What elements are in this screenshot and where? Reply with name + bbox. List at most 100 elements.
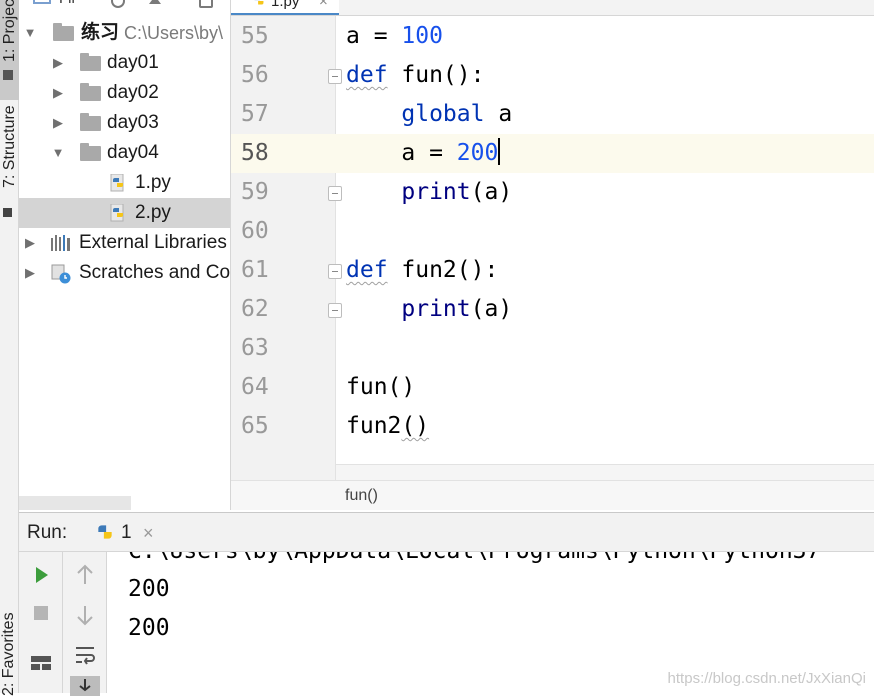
structure-tool-tab[interactable]: 7: Structure (0, 105, 19, 232)
tree-item-day02[interactable]: ▶ day02 (19, 78, 230, 108)
editor-tab-1-py[interactable]: 1.py × (231, 0, 339, 15)
structure-icon (3, 208, 12, 217)
line-number: 59 (241, 179, 269, 205)
code-text[interactable]: print(a) (336, 290, 874, 329)
folder-icon (53, 23, 74, 41)
left-tool-strip: 1: Project 7: Structure 2: Favorites (0, 0, 19, 696)
project-view-label: Fil (59, 0, 75, 7)
breadcrumb: fun() (231, 480, 874, 510)
close-icon[interactable]: × (143, 513, 154, 553)
layout-icon[interactable] (28, 650, 54, 676)
editor-horizontal-scrollbar[interactable] (336, 464, 874, 480)
line-number: 63 (241, 335, 269, 361)
breadcrumb-item[interactable]: fun() (345, 481, 378, 511)
console-line: 200 (128, 576, 170, 602)
library-icon (51, 235, 70, 251)
code-line: 62 print(a) (231, 290, 874, 329)
close-icon[interactable]: × (319, 0, 328, 12)
line-number: 65 (241, 413, 269, 439)
code-text[interactable]: a = 200 (336, 134, 874, 173)
code-text[interactable]: def fun2(): (336, 251, 874, 290)
locate-icon[interactable] (111, 0, 125, 8)
structure-tool-tab-label: 7: Structure (1, 105, 18, 188)
favorites-tool-tab[interactable]: 2: Favorites (0, 612, 19, 696)
line-number: 57 (241, 101, 269, 127)
code-text[interactable]: def fun(): (336, 56, 874, 95)
scroll-to-end-icon[interactable] (70, 676, 100, 696)
run-tab-label: 1 (121, 522, 132, 543)
project-view-icon[interactable] (33, 0, 51, 4)
console-line: 200 (128, 615, 170, 641)
tree-item-1-py[interactable]: 1.py (19, 168, 230, 198)
tree-item-label: day02 (107, 82, 159, 103)
run-toolbar-secondary (63, 552, 107, 696)
tree-item-2-py[interactable]: 2.py (19, 198, 230, 228)
tree-item-day03[interactable]: ▶ day03 (19, 108, 230, 138)
tree-item-day01[interactable]: ▶ day01 (19, 48, 230, 78)
tree-item-external-libraries[interactable]: ▶ External Libraries (19, 228, 230, 258)
console-line: C:\Users\by\AppData\Local\Programs\Pytho… (128, 552, 820, 564)
collapse-icon[interactable] (149, 0, 161, 4)
code-line: 64 fun() (231, 368, 874, 407)
code-line: 65 fun2() (231, 407, 874, 446)
favorites-tool-tab-label: 2: Favorites (0, 612, 17, 696)
code-text[interactable]: fun2() (336, 407, 874, 446)
gear-icon[interactable] (199, 0, 213, 8)
tree-item-label: day04 (107, 142, 159, 163)
expanded-arrow-icon: ▼ (51, 145, 65, 160)
line-number: 60 (241, 218, 269, 244)
tree-item-day04[interactable]: ▼ day04 (19, 138, 230, 168)
code-text[interactable]: print(a) (336, 173, 874, 212)
code-line: 60 (231, 212, 874, 251)
code-text[interactable]: a = 100 (336, 17, 874, 56)
text-caret (498, 138, 501, 165)
code-line: 63 (231, 329, 874, 368)
code-line: 61 def fun2(): (231, 251, 874, 290)
collapsed-arrow-icon: ▶ (25, 235, 35, 250)
line-number: 56 (241, 62, 269, 88)
project-icon (3, 70, 13, 80)
python-file-icon (110, 174, 124, 192)
line-number: 55 (241, 23, 269, 49)
tree-item-scratches[interactable]: ▶ Scratches and Con (19, 258, 230, 288)
tree-item-label: day01 (107, 52, 159, 73)
python-icon (98, 525, 112, 539)
code-line: 59 print(a) (231, 173, 874, 212)
collapsed-arrow-icon: ▶ (53, 55, 63, 70)
watermark: https://blog.csdn.net/JxXianQi (667, 670, 866, 687)
code-text[interactable]: fun() (336, 368, 874, 407)
code-line: 56 def fun(): (231, 56, 874, 95)
code-line: 55 a = 100 (231, 17, 874, 56)
arrow-up-icon[interactable] (72, 562, 98, 588)
line-number: 64 (241, 374, 269, 400)
code-text[interactable] (336, 329, 874, 368)
run-toolbar-primary (19, 552, 63, 693)
line-number: 58 (231, 134, 336, 173)
code-text[interactable]: global a (336, 95, 874, 134)
scratches-icon (51, 264, 71, 284)
collapsed-arrow-icon: ▶ (25, 265, 35, 280)
project-tool-tab[interactable]: 1: Project (0, 0, 19, 100)
code-line-current: 58 a = 200 (231, 134, 874, 173)
folder-icon (80, 143, 101, 161)
project-toolbar: Fil (19, 0, 230, 10)
rerun-icon[interactable] (28, 562, 54, 588)
run-panel-header: Run: 1 × (19, 512, 874, 552)
folder-icon (80, 53, 101, 71)
project-tree-panel: Fil ▼ 练习 C:\Users\by\ ▶ day01 ▶ day02 ▶ … (19, 0, 231, 510)
arrow-down-icon[interactable] (72, 602, 98, 628)
stop-icon[interactable] (28, 600, 54, 626)
tree-item-label: External Libraries (79, 232, 227, 253)
editor-tab-label: 1.py (271, 0, 300, 10)
code-text[interactable] (336, 212, 874, 251)
python-file-icon (110, 204, 124, 222)
line-number: 62 (241, 296, 269, 322)
expanded-arrow-icon: ▼ (23, 25, 37, 40)
folder-icon (80, 83, 101, 101)
tree-root-row[interactable]: ▼ 练习 C:\Users\by\ (19, 18, 230, 48)
soft-wrap-icon[interactable] (72, 642, 98, 668)
editor-tab-bar: 1.py × (231, 0, 874, 16)
tree-horizontal-scrollbar[interactable] (19, 496, 131, 510)
run-tab-1[interactable]: 1 × (91, 513, 165, 552)
tree-item-label: 1.py (135, 172, 171, 193)
